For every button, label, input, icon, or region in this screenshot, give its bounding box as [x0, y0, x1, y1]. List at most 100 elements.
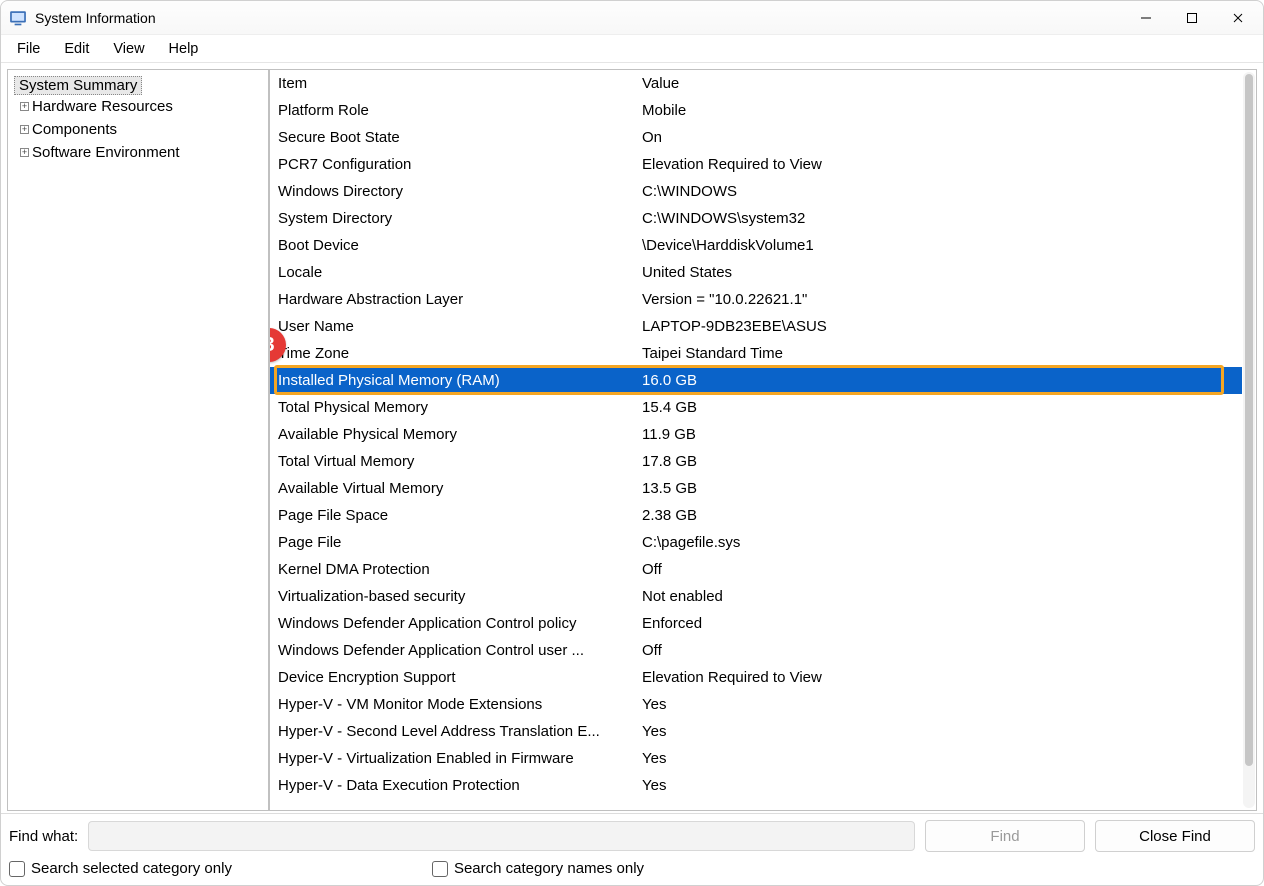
find-panel: Find what: Find Close Find Search select… — [1, 813, 1263, 885]
cell-item: Hyper-V - VM Monitor Mode Extensions — [270, 691, 634, 718]
minimize-button[interactable] — [1123, 2, 1169, 34]
tree-item-label: Software Environment — [32, 144, 180, 161]
cell-value: 2.38 GB — [634, 502, 1242, 529]
cell-value: Enforced — [634, 610, 1242, 637]
cell-value: Mobile — [634, 97, 1242, 124]
cell-value: \Device\HarddiskVolume1 — [634, 232, 1242, 259]
table-row[interactable]: User NameLAPTOP-9DB23EBE\ASUS — [270, 313, 1242, 340]
cell-item: Hardware Abstraction Layer — [270, 286, 634, 313]
cell-item: Total Virtual Memory — [270, 448, 634, 475]
checkbox-icon — [9, 861, 25, 877]
tree-pane: System Summary +Hardware Resources+Compo… — [7, 69, 269, 811]
table-row[interactable]: System DirectoryC:\WINDOWS\system32 — [270, 205, 1242, 232]
table-row[interactable]: Hyper-V - Virtualization Enabled in Firm… — [270, 745, 1242, 772]
table-row[interactable]: PCR7 ConfigurationElevation Required to … — [270, 151, 1242, 178]
menubar: File Edit View Help — [1, 35, 1263, 63]
table-header[interactable]: Item Value — [270, 70, 1242, 97]
cell-value: C:\pagefile.sys — [634, 529, 1242, 556]
cell-item: Secure Boot State — [270, 124, 634, 151]
maximize-button[interactable] — [1169, 2, 1215, 34]
cell-value: Yes — [634, 772, 1242, 799]
menu-file[interactable]: File — [5, 38, 52, 60]
check-selected-category[interactable]: Search selected category only — [9, 860, 232, 877]
cell-item: Time Zone — [270, 340, 634, 367]
find-button[interactable]: Find — [925, 820, 1085, 852]
table-row[interactable]: Total Physical Memory15.4 GB — [270, 394, 1242, 421]
scrollbar-thumb[interactable] — [1245, 74, 1253, 766]
cell-item: System Directory — [270, 205, 634, 232]
cell-item: Total Physical Memory — [270, 394, 634, 421]
tree-root[interactable]: System Summary — [14, 76, 142, 95]
column-item[interactable]: Item — [270, 70, 634, 97]
table-row[interactable]: Windows Defender Application Control pol… — [270, 610, 1242, 637]
cell-value: 13.5 GB — [634, 475, 1242, 502]
table-row[interactable]: Time ZoneTaipei Standard Time — [270, 340, 1242, 367]
cell-value: Yes — [634, 718, 1242, 745]
cell-value: 17.8 GB — [634, 448, 1242, 475]
table-row[interactable]: Device Encryption SupportElevation Requi… — [270, 664, 1242, 691]
table-row[interactable]: Hyper-V - Data Execution ProtectionYes — [270, 772, 1242, 799]
cell-item: Locale — [270, 259, 634, 286]
cell-item: Available Physical Memory — [270, 421, 634, 448]
cell-item: Page File Space — [270, 502, 634, 529]
check-selected-label: Search selected category only — [31, 860, 232, 877]
cell-value: 11.9 GB — [634, 421, 1242, 448]
expand-icon[interactable]: + — [20, 148, 29, 157]
table-row[interactable]: Virtualization-based securityNot enabled — [270, 583, 1242, 610]
table-row[interactable]: Available Physical Memory11.9 GB — [270, 421, 1242, 448]
cell-value: Elevation Required to View — [634, 664, 1242, 691]
table-row[interactable]: Page FileC:\pagefile.sys — [270, 529, 1242, 556]
cell-value: C:\WINDOWS — [634, 178, 1242, 205]
table-row[interactable]: Kernel DMA ProtectionOff — [270, 556, 1242, 583]
check-names-label: Search category names only — [454, 860, 644, 877]
menu-help[interactable]: Help — [157, 38, 211, 60]
scrollbar[interactable] — [1243, 72, 1255, 808]
find-input[interactable] — [88, 821, 915, 851]
table-row[interactable]: Installed Physical Memory (RAM)16.0 GB — [270, 367, 1242, 394]
find-label: Find what: — [9, 828, 78, 845]
menu-view[interactable]: View — [101, 38, 156, 60]
tree-item-label: Hardware Resources — [32, 98, 173, 115]
cell-item: Virtualization-based security — [270, 583, 634, 610]
tree-item[interactable]: +Hardware Resources — [12, 95, 264, 118]
cell-item: Hyper-V - Second Level Address Translati… — [270, 718, 634, 745]
table-row[interactable]: Platform RoleMobile — [270, 97, 1242, 124]
details-table: Item Value Platform RoleMobileSecure Boo… — [270, 70, 1242, 799]
column-value[interactable]: Value — [634, 70, 1242, 97]
close-button[interactable] — [1215, 2, 1261, 34]
cell-item: Installed Physical Memory (RAM) — [270, 367, 634, 394]
cell-value: 15.4 GB — [634, 394, 1242, 421]
main-area: System Summary +Hardware Resources+Compo… — [1, 63, 1263, 813]
table-row[interactable]: Available Virtual Memory13.5 GB — [270, 475, 1242, 502]
cell-value: 16.0 GB — [634, 367, 1242, 394]
menu-edit[interactable]: Edit — [52, 38, 101, 60]
window: System Information File Edit View Help S… — [0, 0, 1264, 886]
cell-item: Platform Role — [270, 97, 634, 124]
cell-value: Version = "10.0.22621.1" — [634, 286, 1242, 313]
expand-icon[interactable]: + — [20, 125, 29, 134]
cell-value: Yes — [634, 745, 1242, 772]
app-icon — [9, 9, 27, 27]
check-category-names[interactable]: Search category names only — [432, 860, 644, 877]
table-row[interactable]: Hardware Abstraction LayerVersion = "10.… — [270, 286, 1242, 313]
tree-item[interactable]: +Software Environment — [12, 141, 264, 164]
table-row[interactable]: Hyper-V - VM Monitor Mode ExtensionsYes — [270, 691, 1242, 718]
cell-value: Taipei Standard Time — [634, 340, 1242, 367]
table-row[interactable]: Boot Device\Device\HarddiskVolume1 — [270, 232, 1242, 259]
cell-item: Windows Defender Application Control pol… — [270, 610, 634, 637]
cell-item: Hyper-V - Virtualization Enabled in Firm… — [270, 745, 634, 772]
table-row[interactable]: Windows DirectoryC:\WINDOWS — [270, 178, 1242, 205]
table-row[interactable]: Page File Space2.38 GB — [270, 502, 1242, 529]
table-row[interactable]: Total Virtual Memory17.8 GB — [270, 448, 1242, 475]
table-row[interactable]: Secure Boot StateOn — [270, 124, 1242, 151]
cell-value: Elevation Required to View — [634, 151, 1242, 178]
table-row[interactable]: Windows Defender Application Control use… — [270, 637, 1242, 664]
tree-item[interactable]: +Components — [12, 118, 264, 141]
table-row[interactable]: LocaleUnited States — [270, 259, 1242, 286]
cell-item: Device Encryption Support — [270, 664, 634, 691]
table-row[interactable]: Hyper-V - Second Level Address Translati… — [270, 718, 1242, 745]
close-find-button[interactable]: Close Find — [1095, 820, 1255, 852]
cell-value: C:\WINDOWS\system32 — [634, 205, 1242, 232]
expand-icon[interactable]: + — [20, 102, 29, 111]
cell-item: Page File — [270, 529, 634, 556]
